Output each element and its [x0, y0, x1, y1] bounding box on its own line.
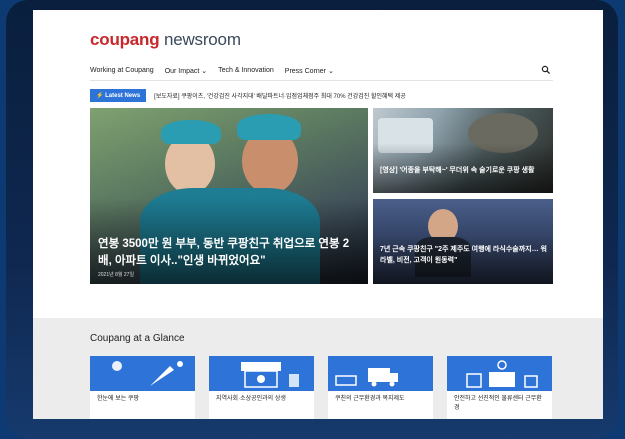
glance-card-fulfillment[interactable]: 안전하고 선진적인 물류센터 근무환경 [447, 356, 552, 419]
glance-card-overview-label: 한눈에 보는 쿠팡 [97, 396, 139, 402]
latest-news-headline[interactable]: [보도자료] 쿠팡이츠, '건강검진 사각지대' 배달파트너·입점업체점주 최대… [154, 91, 406, 100]
tablet-frame: coupang newsroom Working at Coupang Our … [6, 0, 618, 439]
coupang-at-a-glance: Coupang at a Glance 한눈에 보는 쿠팡 지역사회·소상공인과… [33, 318, 603, 419]
search-icon[interactable] [541, 65, 551, 75]
side-article-1[interactable]: [영상] '어종을 부탁해~' 무더위 속 술기로운 쿠팡 생활 [373, 108, 553, 193]
glance-card-welfare-label: 쿠친의 근무환경과 복지제도 [335, 396, 405, 402]
rocket-icon [90, 356, 195, 391]
nav-item-working-at-coupang[interactable]: Working at Coupang [90, 67, 154, 75]
glance-heading: Coupang at a Glance [90, 333, 185, 344]
glance-card-community-label: 지역사회·소상공인과의 상생 [216, 396, 286, 402]
featured-article-date: 2021년 8월 27일 [98, 272, 135, 278]
logo-brand: coupang [90, 30, 160, 49]
coupang-newsroom-logo[interactable]: coupang newsroom [90, 30, 241, 50]
glance-card-welfare[interactable]: 쿠친의 근무환경과 복지제도 [328, 356, 433, 419]
nav-item-our-impact[interactable]: Our Impact ⌄ [165, 67, 207, 75]
warehouse-icon [447, 356, 552, 391]
logo-suffix: newsroom [159, 30, 241, 49]
glance-card-community[interactable]: 지역사회·소상공인과의 상생 [209, 356, 314, 419]
glance-card-overview[interactable]: 한눈에 보는 쿠팡 [90, 356, 195, 419]
featured-article-title[interactable]: 연봉 3500만 원 부부, 동반 쿠팡친구 취업으로 연봉 2배, 아파트 이… [98, 236, 360, 270]
glance-card-fulfillment-label: 안전하고 선진적인 물류센터 근무환경 [454, 396, 542, 411]
featured-article[interactable]: 연봉 3500만 원 부부, 동반 쿠팡친구 취업으로 연봉 2배, 아파트 이… [90, 108, 368, 284]
storefront-icon [209, 356, 314, 391]
side-article-2[interactable]: 7년 근속 쿠팡친구 "2주 제주도 여행에 라식수술까지… 워라벨, 비전, … [373, 199, 553, 284]
main-nav: Working at Coupang Our Impact ⌄ Tech & I… [90, 67, 334, 75]
latest-news-badge: ⚡ Latest News [90, 89, 147, 102]
browser-screen: coupang newsroom Working at Coupang Our … [33, 10, 603, 419]
nav-item-press-corner[interactable]: Press Corner ⌄ [285, 67, 334, 75]
hero-photo-woman-cap [161, 120, 221, 144]
side-article-2-title[interactable]: 7년 근속 쿠팡친구 "2주 제주도 여행에 라식수술까지… 워라벨, 비전, … [380, 244, 548, 266]
hero-photo-man-cap [237, 114, 301, 140]
side-article-1-title[interactable]: [영상] '어종을 부탁해~' 무더위 속 술기로운 쿠팡 생활 [380, 165, 548, 176]
nav-divider [90, 80, 553, 81]
nav-item-tech-innovation[interactable]: Tech & Innovation [218, 67, 274, 75]
latest-news-bar: ⚡ Latest News [보도자료] 쿠팡이츠, '건강검진 사각지대' 배… [90, 88, 553, 103]
truck-icon [328, 356, 433, 391]
